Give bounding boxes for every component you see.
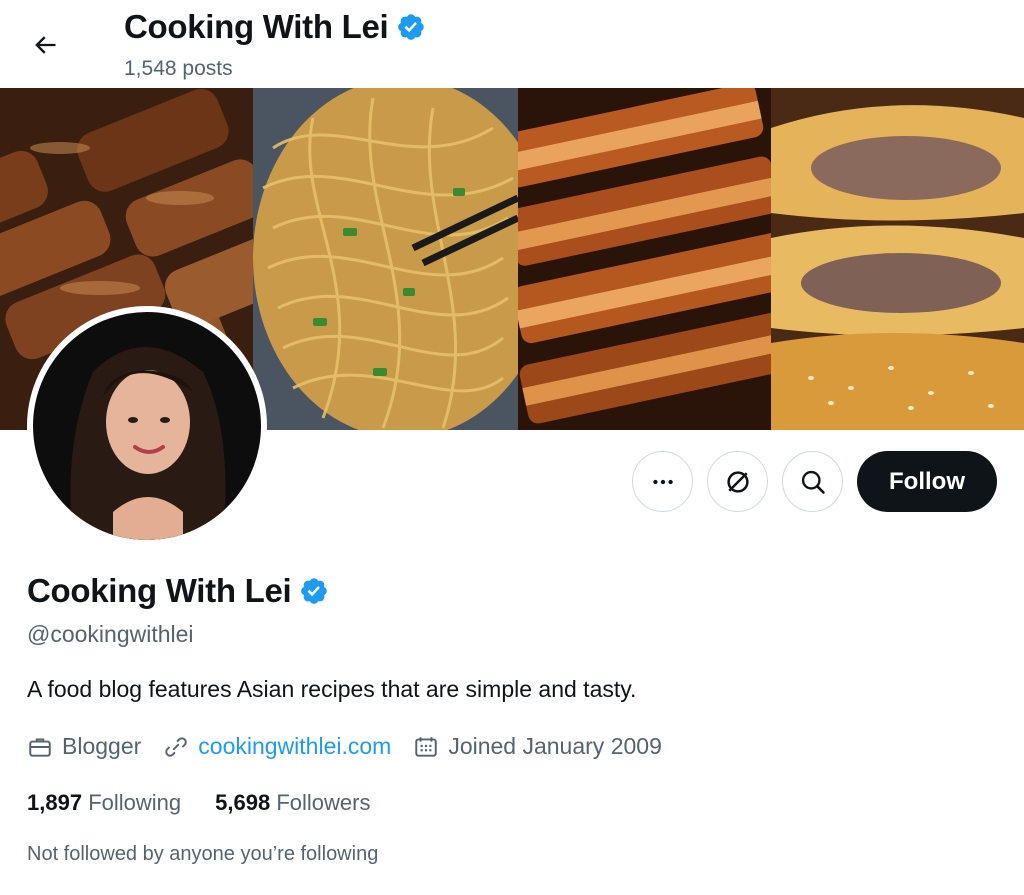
profile-avatar[interactable] <box>27 306 267 546</box>
profile-meta: Blogger cookingwithlei.com Joined Januar… <box>27 733 684 760</box>
posts-count: 1,548 posts <box>124 57 233 80</box>
header-title-row: Cooking With Lei <box>124 8 426 46</box>
category-label: Blogger <box>62 733 142 759</box>
following-count: 1,897 <box>27 790 83 815</box>
meta-joined: Joined January 2009 <box>413 733 662 760</box>
search-button[interactable] <box>782 451 843 512</box>
subscribe-icon <box>726 470 749 493</box>
not-followed-note: Not followed by anyone you’re following <box>27 843 379 865</box>
avatar-photo <box>33 312 261 540</box>
briefcase-icon <box>29 737 51 757</box>
calendar-icon <box>415 736 438 757</box>
search-icon <box>801 470 825 494</box>
verified-badge-icon[interactable] <box>299 576 329 606</box>
header-title: Cooking With Lei <box>124 8 389 45</box>
website-link[interactable]: cookingwithlei.com <box>198 733 391 760</box>
following-label: Following <box>88 790 182 815</box>
meta-website: cookingwithlei.com <box>163 733 391 760</box>
top-bar: Cooking With Lei 1,548 posts <box>0 0 1024 88</box>
subscribe-button[interactable] <box>707 451 768 512</box>
banner-photo-meat-pies <box>771 88 1024 430</box>
link-icon <box>165 736 188 757</box>
joined-label: Joined January 2009 <box>448 733 662 759</box>
profile-stats: 1,897 Following 5,698 Followers <box>27 790 404 816</box>
more-icon <box>652 479 673 484</box>
more-button[interactable] <box>632 451 693 512</box>
profile-bio: A food blog features Asian recipes that … <box>27 676 637 702</box>
profile-name-row: Cooking With Lei <box>27 572 329 610</box>
banner-photo-noodles <box>253 88 518 430</box>
followers-count: 5,698 <box>215 790 271 815</box>
banner-photo-pork-belly <box>518 88 771 430</box>
verified-badge-icon <box>398 14 425 40</box>
following-stat[interactable]: 1,897 Following <box>27 790 181 816</box>
profile-name: Cooking With Lei <box>27 572 292 609</box>
meta-category: Blogger <box>27 733 141 760</box>
profile-handle: @cookingwithlei <box>27 621 194 647</box>
followers-label: Followers <box>276 790 371 815</box>
follow-button[interactable]: Follow <box>857 451 997 512</box>
followers-stat[interactable]: 5,698 Followers <box>215 790 370 816</box>
back-button[interactable] <box>26 26 64 64</box>
arrow-left-icon <box>35 36 56 54</box>
